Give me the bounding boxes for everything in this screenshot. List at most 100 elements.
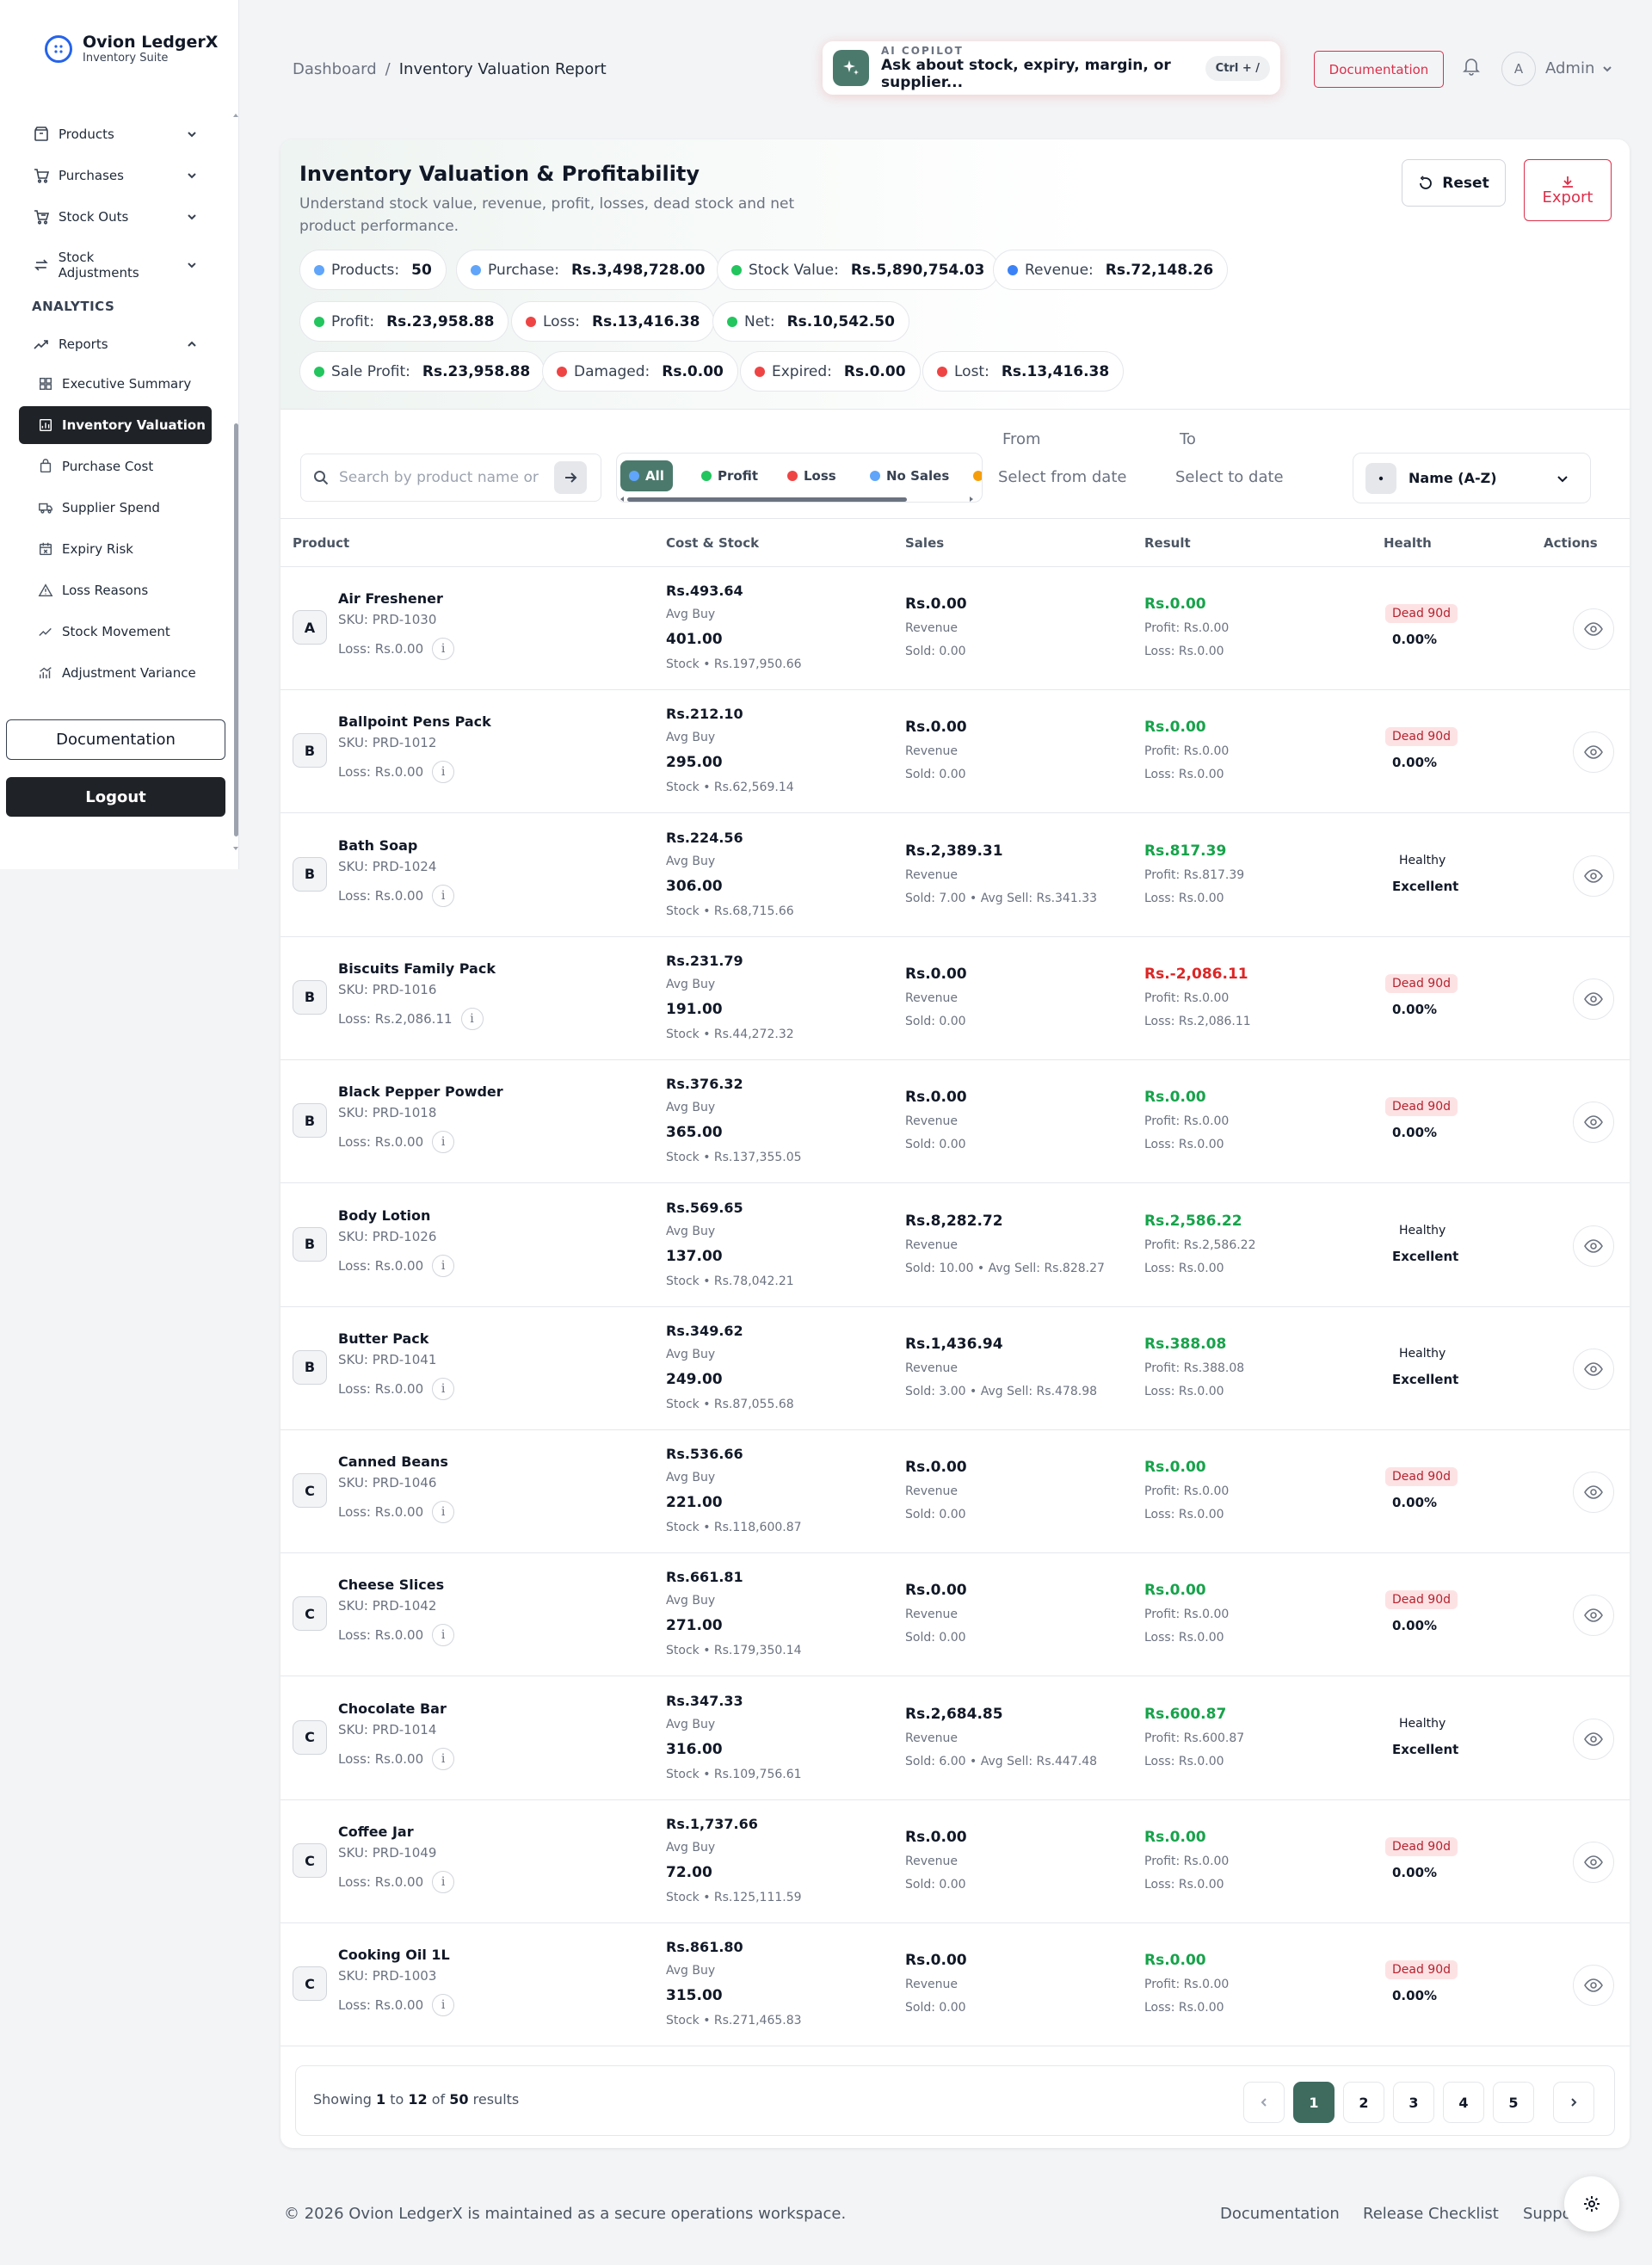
info-icon[interactable]: i	[432, 638, 455, 660]
nav-stock-adjustments[interactable]: Stock Adjustments	[33, 250, 198, 281]
view-button[interactable]	[1573, 855, 1614, 897]
view-button[interactable]	[1573, 1472, 1614, 1514]
footer-link-release-checklist[interactable]: Release Checklist	[1363, 2205, 1499, 2223]
filter-chip-profit[interactable]: Profit	[693, 460, 767, 491]
view-button[interactable]	[1573, 1718, 1614, 1760]
bell-icon[interactable]	[1463, 57, 1480, 76]
table-row[interactable]: C Chocolate Bar SKU: PRD-1014 Rs.347.33 Avg …	[280, 1677, 1630, 1800]
view-button[interactable]	[1573, 978, 1614, 1020]
info-icon[interactable]: i	[460, 1007, 484, 1030]
sidebar-item-stock-movement[interactable]: Stock Movement	[19, 613, 212, 651]
table-row[interactable]: B Bath Soap SKU: PRD-1024 Rs.224.56 Avg Buy 3…	[280, 814, 1630, 937]
search-input[interactable]: Search by product name or SKU	[300, 454, 601, 502]
sidebar-item-executive-summary[interactable]: Executive Summary	[19, 365, 212, 403]
cart-icon	[34, 169, 50, 183]
next-page-button[interactable]	[1553, 2082, 1594, 2123]
table-row[interactable]: B Biscuits Family Pack SKU: PRD-1016 Rs.231…	[280, 937, 1630, 1060]
sidebar-item-adjustment-variance[interactable]: Adjustment Variance	[19, 654, 212, 692]
table-row[interactable]: C Coffee Jar SKU: PRD-1049 Rs.1,737.66 Avg B…	[280, 1800, 1630, 1923]
sidebar-item-loss-reasons[interactable]: Loss Reasons	[19, 571, 212, 609]
net-result: Rs.0.00	[1144, 1089, 1206, 1107]
copilot-prompt[interactable]: Ask about stock, expiry, margin, or supp…	[881, 57, 1205, 91]
sidebar-item-purchase-cost[interactable]: Purchase Cost	[19, 447, 212, 485]
page-button-3[interactable]: 3	[1393, 2082, 1434, 2123]
copilot-shortcut: Ctrl + /	[1205, 55, 1270, 81]
breadcrumb-root[interactable]: Dashboard	[293, 60, 377, 78]
settings-fab[interactable]	[1564, 2176, 1619, 2231]
table-row[interactable]: B Black Pepper Powder SKU: PRD-1018 Rs.376.…	[280, 1060, 1630, 1184]
sidebar-item-inventory-valuation[interactable]: Inventory Valuation	[19, 406, 212, 444]
filter-chip-overflow[interactable]	[965, 460, 982, 491]
nav-purchases[interactable]: Purchases	[33, 167, 198, 184]
filter-scrollbar-thumb[interactable]	[627, 497, 907, 502]
info-icon[interactable]: i	[432, 1131, 455, 1154]
header-documentation-button[interactable]: Documentation	[1314, 51, 1444, 88]
ai-copilot-bar[interactable]: AI COPILOT Ask about stock, expiry, marg…	[823, 41, 1280, 95]
table-row[interactable]: C Canned Beans SKU: PRD-1046 Rs.536.66 Avg B…	[280, 1430, 1630, 1554]
filter-chip-loss[interactable]: Loss	[779, 460, 845, 491]
table-row[interactable]: C Cheese Slices SKU: PRD-1042 Rs.661.81 Avg …	[280, 1553, 1630, 1677]
prev-page-button[interactable]	[1243, 2082, 1285, 2123]
page-button-5[interactable]: 5	[1493, 2082, 1534, 2123]
view-button[interactable]	[1573, 1348, 1614, 1390]
info-icon[interactable]: i	[432, 1501, 455, 1524]
nav-products[interactable]: Products	[33, 126, 198, 143]
view-button[interactable]	[1573, 1965, 1614, 2007]
footer-link-documentation[interactable]: Documentation	[1220, 2205, 1340, 2223]
logout-button[interactable]: Logout	[6, 777, 225, 817]
view-button[interactable]	[1573, 1102, 1614, 1144]
info-icon[interactable]: i	[432, 884, 455, 907]
reset-button[interactable]: Reset	[1402, 159, 1506, 207]
sidebar-scrollbar-thumb[interactable]	[234, 423, 238, 836]
page-button-2[interactable]: 2	[1343, 2082, 1384, 2123]
view-button[interactable]	[1573, 1595, 1614, 1637]
view-button[interactable]	[1573, 608, 1614, 650]
info-icon[interactable]: i	[432, 1871, 455, 1893]
export-button[interactable]: Export	[1524, 159, 1612, 221]
column-cost-stock: Cost & Stock	[666, 535, 760, 551]
info-icon[interactable]: i	[432, 1254, 455, 1277]
table-row[interactable]: B Ballpoint Pens Pack SKU: PRD-1012 Rs.212.…	[280, 690, 1630, 814]
stock-value: Stock • Rs.179,350.14	[666, 1644, 802, 1658]
to-date-label: To	[1180, 430, 1196, 448]
user-menu[interactable]: Admin	[1545, 59, 1613, 77]
filter-chip-all[interactable]: All	[620, 460, 673, 491]
filter-scrollbar[interactable]	[620, 496, 973, 502]
info-icon[interactable]: i	[432, 761, 455, 784]
product-name: Canned Beans	[338, 1453, 448, 1471]
nav-reports[interactable]: Reports	[33, 336, 198, 353]
page-button-4[interactable]: 4	[1443, 2082, 1484, 2123]
sidebar-item-supplier-spend[interactable]: Supplier Spend	[19, 489, 212, 527]
view-button[interactable]	[1573, 1225, 1614, 1267]
info-icon[interactable]: i	[432, 1994, 455, 2017]
table-row[interactable]: A Air Freshener SKU: PRD-1030 Rs.493.64 Avg …	[280, 567, 1630, 690]
sold-summary: Sold: 3.00 • Avg Sell: Rs.478.98	[905, 1384, 1098, 1398]
product-name: Cooking Oil 1L	[338, 1947, 450, 1964]
revenue-label: Revenue	[905, 1484, 958, 1499]
sidebar-item-expiry-risk[interactable]: Expiry Risk	[19, 530, 212, 568]
summary-pill-lost: Lost: Rs.13,416.38	[922, 351, 1125, 392]
table-row[interactable]: B Butter Pack SKU: PRD-1041 Rs.349.62 Avg Bu…	[280, 1307, 1630, 1430]
page-button-1[interactable]: 1	[1293, 2082, 1335, 2123]
from-date-input[interactable]: Select from date	[998, 468, 1126, 486]
filter-chip-no-sales[interactable]: No Sales	[861, 460, 958, 491]
info-icon[interactable]: i	[432, 1747, 455, 1770]
search-submit-button[interactable]	[554, 461, 587, 494]
product-loss: Loss: Rs.0.00 i	[338, 761, 455, 784]
nav-stock-outs[interactable]: Stock Outs	[33, 208, 198, 225]
info-icon[interactable]: i	[432, 1377, 455, 1400]
sidebar-documentation-button[interactable]: Documentation	[6, 719, 225, 760]
avg-buy-cost: Rs.493.64	[666, 583, 743, 599]
table-row[interactable]: C Cooking Oil 1L SKU: PRD-1003 Rs.861.80 Avg…	[280, 1923, 1630, 2047]
view-button[interactable]	[1573, 731, 1614, 774]
brand[interactable]: Ovion LedgerX Inventory Suite	[45, 33, 218, 65]
results-summary: Showing 1 to 12 of 50 results	[313, 2091, 519, 2108]
sort-select[interactable]: Name (A-Z)	[1353, 453, 1591, 503]
info-icon[interactable]: i	[432, 1624, 455, 1647]
health-badge: Healthy	[1399, 1223, 1446, 1237]
view-button[interactable]	[1573, 1842, 1614, 1883]
product-name: Chocolate Bar	[338, 1700, 447, 1717]
avatar[interactable]: A	[1501, 52, 1536, 86]
table-row[interactable]: B Body Lotion SKU: PRD-1026 Rs.569.65 Avg Bu…	[280, 1184, 1630, 1307]
to-date-input[interactable]: Select to date	[1175, 468, 1284, 486]
